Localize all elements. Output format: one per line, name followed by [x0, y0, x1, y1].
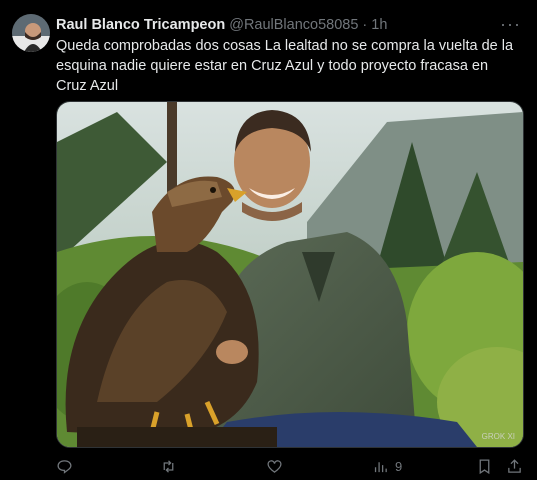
retweet-icon [163, 459, 174, 473]
tweet-header: Raul Blanco Tricampeon @RaulBlanco58085 … [56, 15, 527, 35]
heart-icon [267, 459, 282, 473]
reply-button[interactable] [56, 458, 73, 475]
timestamp[interactable]: 1h [371, 17, 387, 33]
bookmark-button[interactable] [476, 458, 493, 475]
views-button[interactable]: 9 [372, 458, 402, 475]
share-button[interactable] [506, 458, 523, 475]
views-chart-icon [374, 461, 387, 472]
tweet[interactable]: Raul Blanco Tricampeon @RaulBlanco58085 … [0, 0, 537, 480]
author-name[interactable]: Raul Blanco Tricampeon [56, 17, 225, 33]
retweet-button[interactable] [160, 458, 177, 475]
photo-man-with-eagle [57, 102, 523, 447]
separator-dot: · [362, 17, 368, 33]
tweet-media-image[interactable]: GROK XI [56, 101, 524, 448]
share-icon [508, 458, 521, 473]
like-button[interactable] [266, 458, 283, 475]
views-count: 9 [395, 458, 403, 474]
bookmark-icon [479, 458, 490, 474]
reply-icon [57, 459, 72, 474]
action-bar: 9 [56, 456, 526, 476]
avatar[interactable] [12, 14, 50, 52]
author-handle[interactable]: @RaulBlanco58085 [229, 17, 358, 33]
more-options-icon[interactable]: ··· [500, 14, 521, 34]
media-watermark: GROK XI [481, 432, 515, 441]
avatar-image [12, 14, 50, 52]
tweet-text: Queda comprobadas dos cosas La lealtad n… [56, 38, 514, 94]
